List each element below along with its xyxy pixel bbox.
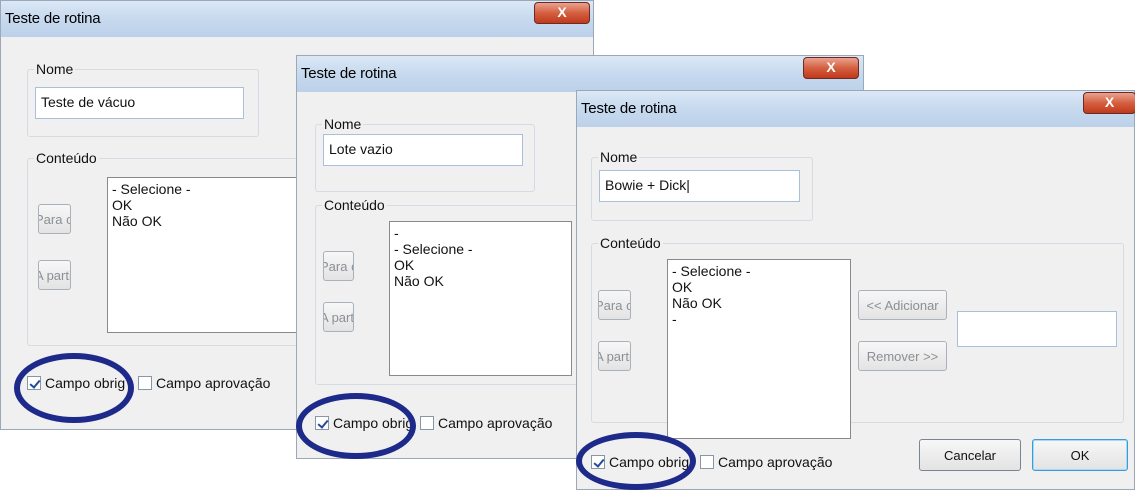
dialog-2-title: Teste de rotina xyxy=(301,65,397,82)
cancel-button[interactable]: Cancelar xyxy=(919,439,1021,471)
list-item[interactable]: - Selecione - xyxy=(672,263,846,279)
required-label: Campo obrig xyxy=(45,375,126,391)
list-item[interactable]: OK xyxy=(112,197,293,213)
list-item[interactable]: OK xyxy=(394,257,567,273)
nome-input[interactable]: Bowie + Dick| xyxy=(599,170,800,202)
para-cima-button[interactable]: Para cima xyxy=(38,204,71,234)
dialog-3-title: Teste de rotina xyxy=(581,100,677,117)
list-item[interactable]: Não OK xyxy=(672,295,846,311)
list-item[interactable]: - Selecione - xyxy=(394,241,567,257)
list-item[interactable]: - Selecione - xyxy=(112,181,293,197)
required-check-box[interactable] xyxy=(27,376,41,390)
conteudo-legend: Conteúdo xyxy=(36,150,97,166)
dialog-1-title: Teste de rotina xyxy=(5,10,101,27)
remover-button[interactable]: Remover >> xyxy=(858,341,947,371)
options-listbox[interactable]: - Selecione - OK Não OK - xyxy=(667,259,851,439)
list-item[interactable]: - xyxy=(394,225,567,241)
close-button[interactable]: X xyxy=(803,57,859,79)
approval-check-box[interactable] xyxy=(420,416,434,430)
conteudo-legend: Conteúdo xyxy=(324,197,385,213)
approval-label: Campo aprovação xyxy=(718,454,833,470)
nome-input[interactable]: Lote vazio xyxy=(323,134,523,166)
list-item[interactable]: OK xyxy=(672,279,846,295)
approval-label: Campo aprovação xyxy=(156,375,271,391)
conteudo-legend: Conteúdo xyxy=(600,235,661,251)
a-partir-de-button[interactable]: A partir de xyxy=(38,260,71,290)
approval-checkbox[interactable]: Campo aprovação xyxy=(138,375,270,391)
dialog-3-titlebar[interactable]: Teste de rotina X xyxy=(577,91,1135,127)
nome-legend: Nome xyxy=(600,149,638,165)
required-check-box[interactable] xyxy=(315,416,329,430)
required-check-box[interactable] xyxy=(591,455,605,469)
close-button[interactable]: X xyxy=(1083,92,1135,114)
options-listbox[interactable]: - Selecione - OK Não OK xyxy=(107,177,298,333)
nome-legend: Nome xyxy=(36,61,74,77)
approval-check-box[interactable] xyxy=(138,376,152,390)
approval-check-box[interactable] xyxy=(700,455,714,469)
options-listbox[interactable]: - - Selecione - OK Não OK xyxy=(389,221,572,376)
list-item[interactable]: - xyxy=(672,311,846,327)
required-label: Campo obrig xyxy=(609,454,690,470)
nome-legend: Nome xyxy=(324,116,362,132)
para-cima-button[interactable]: Para cima xyxy=(598,290,631,320)
approval-checkbox[interactable]: Campo aprovação xyxy=(420,415,552,431)
approval-label: Campo aprovação xyxy=(438,415,553,431)
required-checkbox[interactable]: Campo obrig xyxy=(591,454,689,470)
a-partir-de-button[interactable]: A partir de xyxy=(323,302,354,332)
ok-button[interactable]: OK xyxy=(1032,439,1128,471)
a-partir-de-button[interactable]: A partir de xyxy=(598,341,631,371)
dialog-1-titlebar[interactable]: Teste de rotina X xyxy=(1,1,593,37)
approval-checkbox[interactable]: Campo aprovação xyxy=(700,454,832,470)
new-item-input[interactable] xyxy=(957,311,1117,347)
para-cima-button[interactable]: Para cima xyxy=(323,251,354,281)
required-checkbox[interactable]: Campo obrig xyxy=(315,415,413,431)
list-item[interactable]: Não OK xyxy=(112,213,293,229)
adicionar-button[interactable]: << Adicionar xyxy=(858,290,947,320)
required-checkbox[interactable]: Campo obrig xyxy=(27,375,125,391)
close-button[interactable]: X xyxy=(534,2,590,24)
list-item[interactable]: Não OK xyxy=(394,273,567,289)
required-label: Campo obrig xyxy=(333,415,414,431)
dialog-2-titlebar[interactable]: Teste de rotina X xyxy=(297,56,863,92)
dialog-3: Teste de rotina X Nome Bowie + Dick| Con… xyxy=(576,90,1135,490)
nome-input[interactable]: Teste de vácuo xyxy=(35,87,244,119)
